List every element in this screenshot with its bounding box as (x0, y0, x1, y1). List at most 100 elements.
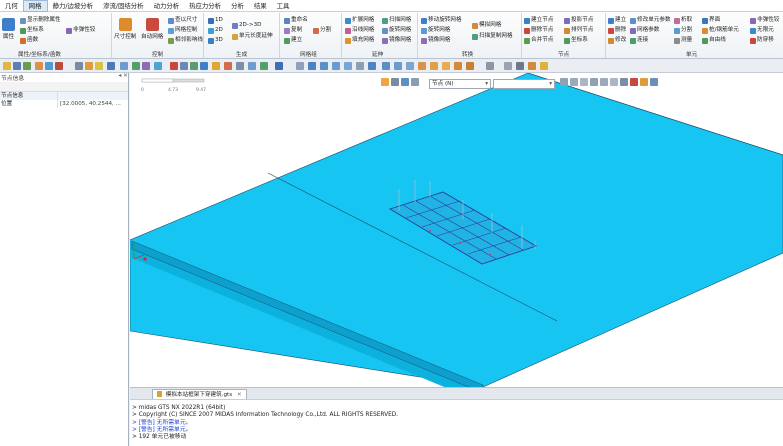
color-icon[interactable] (170, 62, 178, 70)
pick-circle-icon[interactable] (600, 78, 608, 86)
mesh-2d-button[interactable]: 2D (208, 26, 223, 35)
extract-button[interactable]: 析取 (674, 16, 692, 25)
arrange-node-button[interactable]: 排列节点 (564, 26, 593, 35)
move-view-icon[interactable] (368, 62, 376, 70)
rotate-mesh-button[interactable]: 旋转网格 (382, 26, 411, 35)
zoom-fit-icon[interactable] (320, 62, 328, 70)
layer-icon[interactable] (120, 62, 128, 70)
zoom-window-icon[interactable] (308, 62, 316, 70)
merge-node-button[interactable]: 合并节点 (524, 36, 553, 45)
element-delete-button[interactable]: 删除 (608, 26, 626, 35)
table-icon[interactable] (236, 62, 244, 70)
shade-icon[interactable] (486, 62, 494, 70)
interface-button[interactable]: 界面 (702, 16, 720, 25)
axis-z-icon[interactable] (406, 62, 414, 70)
label-icon[interactable] (180, 62, 188, 70)
box-icon[interactable] (35, 62, 43, 70)
menu-tab-seepage[interactable]: 渗流/固结分析 (98, 0, 149, 12)
iso5-view-icon[interactable] (466, 62, 474, 70)
rotate-view-icon[interactable] (332, 62, 340, 70)
select-icon[interactable] (85, 62, 93, 70)
sphere-icon[interactable] (45, 62, 53, 70)
check-size-button[interactable]: 查以尺寸 (168, 16, 197, 25)
element-split-button[interactable]: 分割 (674, 26, 692, 35)
auto-mesh-button[interactable]: 自动网格 (141, 18, 163, 40)
iso-view-icon[interactable] (418, 62, 426, 70)
pick-all-icon[interactable] (610, 78, 618, 86)
modify-params-button[interactable]: 修改单元参数 (630, 16, 671, 25)
create-button[interactable]: 建立 (284, 36, 302, 45)
rename-button[interactable]: 重命名 (284, 16, 308, 25)
size-control-button[interactable]: 尺寸控制 (114, 18, 136, 40)
mesh-3d-button[interactable]: 3D (208, 36, 223, 45)
delete-node-button[interactable]: 删除节点 (524, 26, 553, 35)
rotate-mesh2-button[interactable]: 旋转网格 (421, 26, 450, 35)
axis-x-icon[interactable] (382, 62, 390, 70)
axis-y-icon[interactable] (394, 62, 402, 70)
front-view-icon[interactable] (356, 62, 364, 70)
menu-tab-mesh[interactable]: 网格 (22, 0, 48, 12)
menu-tab-results[interactable]: 结果 (249, 0, 272, 12)
measure-button[interactable]: 测量 (674, 36, 692, 45)
iso4-view-icon[interactable] (454, 62, 462, 70)
face-mode-icon[interactable] (411, 78, 419, 86)
pile-rebar-button[interactable]: 桩/钢筋单元 (702, 26, 739, 35)
fill-mesh-button[interactable]: 填充网格 (345, 36, 374, 45)
query-icon[interactable] (200, 62, 208, 70)
settings-icon[interactable] (248, 62, 256, 70)
show-delete-property-button[interactable]: 显示删除属性 (20, 16, 61, 25)
grid-toggle-icon[interactable] (75, 62, 83, 70)
wire-icon[interactable] (504, 62, 512, 70)
copy-button[interactable]: 复制 (284, 26, 302, 35)
mesh-params-button[interactable]: 网格参数 (630, 26, 659, 35)
simulate-mesh-button[interactable]: 模拟网格 (472, 21, 501, 30)
pan-icon[interactable] (344, 62, 352, 70)
pick-poly-icon[interactable] (590, 78, 598, 86)
select-mode-icon[interactable] (381, 78, 389, 86)
menu-tab-tools[interactable]: 工具 (272, 0, 295, 12)
close-tab-icon[interactable]: ✕ (237, 392, 242, 398)
element-modify-button[interactable]: 修改 (608, 36, 626, 45)
mirror-mesh2-button[interactable]: 镜像网格 (421, 36, 450, 45)
node-mode-icon[interactable] (391, 78, 399, 86)
select-filter-dropdown[interactable]: 节点 (N) ▾ (429, 79, 491, 89)
hide-icon[interactable] (516, 62, 524, 70)
move-rotate-mesh-button[interactable]: 移动旋转网格 (421, 16, 462, 25)
menu-tab-analysis[interactable]: 分析 (226, 0, 249, 12)
sweep-copy-mesh-button[interactable]: 扫描复制网格 (472, 32, 513, 41)
help-icon[interactable] (224, 62, 232, 70)
pick-line-icon[interactable] (570, 78, 578, 86)
menu-tab-static[interactable]: 静力/边坡分析 (48, 0, 99, 12)
select-filter-dropdown-2[interactable]: ▾ (493, 79, 555, 89)
check-tool-icon[interactable] (260, 62, 268, 70)
iso3-view-icon[interactable] (442, 62, 450, 70)
undo-icon[interactable] (23, 62, 31, 70)
coord-system-button[interactable]: 坐标系 (20, 26, 44, 35)
save-icon[interactable] (13, 62, 21, 70)
function-button[interactable]: 函数 (20, 36, 38, 45)
folder-icon[interactable] (3, 62, 11, 70)
free-line-button[interactable]: 自由线 (702, 36, 726, 45)
element-extend-button[interactable]: 单元长度延伸 (232, 32, 273, 41)
panel-pin-icon[interactable]: ◂ ✕ (118, 73, 128, 82)
menu-tab-geometry[interactable]: 几何 (0, 0, 23, 12)
inelastic-hinge2-button[interactable]: 非弹性铰 (750, 16, 779, 25)
pick-point-icon[interactable] (560, 78, 568, 86)
show-icon[interactable] (528, 62, 536, 70)
infinite-element-button[interactable]: 无限元 (750, 26, 774, 35)
menu-tab-thermal[interactable]: 热应力分析 (184, 0, 226, 12)
split-button[interactable]: 分割 (313, 26, 331, 35)
sweep-mesh-button[interactable]: 扫描网格 (382, 16, 411, 25)
inelastic-hinge-button[interactable]: 非弹性铰 (66, 26, 95, 35)
property-button[interactable]: 属性 (2, 18, 15, 40)
along-line-mesh-button[interactable]: 沿线网格 (345, 26, 374, 35)
model-canvas[interactable]: 0 4.73 9.47 (130, 73, 783, 387)
element-create-button[interactable]: 建立 (608, 16, 626, 25)
info-icon[interactable] (212, 62, 220, 70)
zoom-in-icon[interactable] (296, 62, 304, 70)
node-coord-button[interactable]: 坐标系 (564, 36, 588, 45)
render-icon[interactable] (154, 62, 162, 70)
create-node-button[interactable]: 建立节点 (524, 16, 553, 25)
filter-icon[interactable] (95, 62, 103, 70)
display-icon[interactable] (142, 62, 150, 70)
